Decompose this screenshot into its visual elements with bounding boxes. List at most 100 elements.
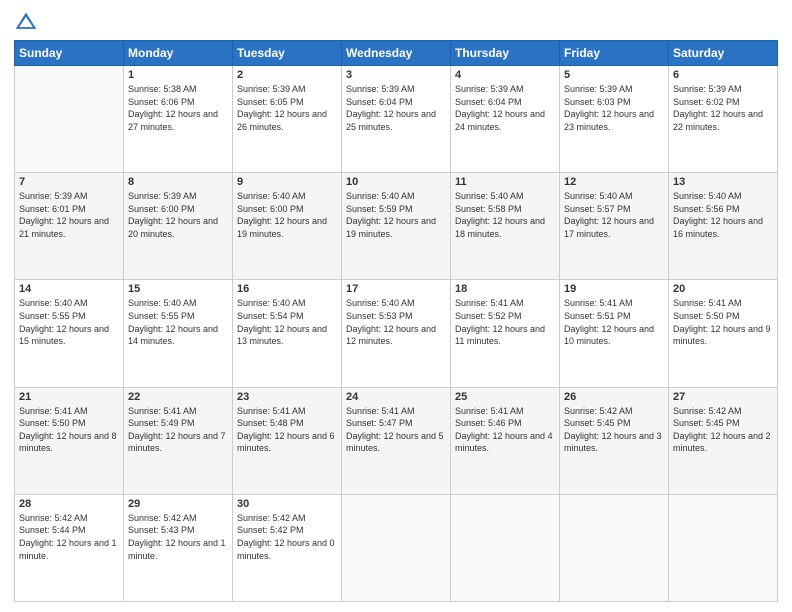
- calendar-day-cell: 24 Sunrise: 5:41 AMSunset: 5:47 PMDayligh…: [342, 387, 451, 494]
- day-info: Sunrise: 5:42 AMSunset: 5:44 PMDaylight:…: [19, 512, 119, 562]
- day-number: 21: [19, 391, 119, 403]
- day-info: Sunrise: 5:40 AMSunset: 5:57 PMDaylight:…: [564, 190, 664, 240]
- day-number: 14: [19, 283, 119, 295]
- calendar-day-cell: 1 Sunrise: 5:38 AMSunset: 6:06 PMDaylight…: [124, 66, 233, 173]
- calendar-header-monday: Monday: [124, 41, 233, 66]
- calendar-day-cell: 13 Sunrise: 5:40 AMSunset: 5:56 PMDayligh…: [669, 173, 778, 280]
- calendar-header-tuesday: Tuesday: [233, 41, 342, 66]
- calendar-day-cell: 18Sunrise: 5:41 AMSunset: 5:52 PMDayligh…: [451, 280, 560, 387]
- day-info: Sunrise: 5:39 AMSunset: 6:00 PMDaylight:…: [128, 190, 228, 240]
- calendar-day-cell: 7 Sunrise: 5:39 AMSunset: 6:01 PMDaylight…: [15, 173, 124, 280]
- day-number: 9: [237, 176, 337, 188]
- day-number: 1: [128, 69, 228, 81]
- day-info: Sunrise: 5:40 AMSunset: 5:58 PMDaylight:…: [455, 190, 555, 240]
- calendar-day-cell: 9 Sunrise: 5:40 AMSunset: 6:00 PMDaylight…: [233, 173, 342, 280]
- calendar-week-row: 28 Sunrise: 5:42 AMSunset: 5:44 PMDayligh…: [15, 494, 778, 601]
- day-info: Sunrise: 5:39 AMSunset: 6:05 PMDaylight:…: [237, 83, 337, 133]
- day-number: 24: [346, 391, 446, 403]
- day-number: 7: [19, 176, 119, 188]
- day-info: Sunrise: 5:41 AMSunset: 5:47 PMDaylight:…: [346, 405, 446, 455]
- day-info: Sunrise: 5:41 AMSunset: 5:52 PMDaylight:…: [455, 297, 555, 347]
- day-info: Sunrise: 5:42 AMSunset: 5:45 PMDaylight:…: [564, 405, 664, 455]
- calendar-header-wednesday: Wednesday: [342, 41, 451, 66]
- calendar-header-sunday: Sunday: [15, 41, 124, 66]
- day-info: Sunrise: 5:40 AMSunset: 5:54 PMDaylight:…: [237, 297, 337, 347]
- day-info: Sunrise: 5:41 AMSunset: 5:49 PMDaylight:…: [128, 405, 228, 455]
- logo: [14, 10, 42, 34]
- calendar-day-cell: 11 Sunrise: 5:40 AMSunset: 5:58 PMDayligh…: [451, 173, 560, 280]
- day-number: 10: [346, 176, 446, 188]
- day-number: 5: [564, 69, 664, 81]
- day-number: 6: [673, 69, 773, 81]
- day-number: 16: [237, 283, 337, 295]
- day-number: 15: [128, 283, 228, 295]
- day-info: Sunrise: 5:40 AMSunset: 6:00 PMDaylight:…: [237, 190, 337, 240]
- day-number: 17: [346, 283, 446, 295]
- day-number: 23: [237, 391, 337, 403]
- calendar-week-row: 14 Sunrise: 5:40 AMSunset: 5:55 PMDayligh…: [15, 280, 778, 387]
- day-info: Sunrise: 5:41 AMSunset: 5:51 PMDaylight:…: [564, 297, 664, 347]
- calendar-header-thursday: Thursday: [451, 41, 560, 66]
- day-number: 28: [19, 498, 119, 510]
- day-number: 20: [673, 283, 773, 295]
- calendar-header-friday: Friday: [560, 41, 669, 66]
- calendar-day-cell: 5 Sunrise: 5:39 AMSunset: 6:03 PMDaylight…: [560, 66, 669, 173]
- day-info: Sunrise: 5:39 AMSunset: 6:04 PMDaylight:…: [455, 83, 555, 133]
- day-number: 22: [128, 391, 228, 403]
- calendar-day-cell: 8 Sunrise: 5:39 AMSunset: 6:00 PMDaylight…: [124, 173, 233, 280]
- day-number: 19: [564, 283, 664, 295]
- calendar-day-cell: 26 Sunrise: 5:42 AMSunset: 5:45 PMDayligh…: [560, 387, 669, 494]
- day-number: 26: [564, 391, 664, 403]
- day-number: 25: [455, 391, 555, 403]
- day-number: 29: [128, 498, 228, 510]
- day-info: Sunrise: 5:42 AMSunset: 5:43 PMDaylight:…: [128, 512, 228, 562]
- day-info: Sunrise: 5:39 AMSunset: 6:04 PMDaylight:…: [346, 83, 446, 133]
- calendar-day-cell: 28 Sunrise: 5:42 AMSunset: 5:44 PMDayligh…: [15, 494, 124, 601]
- calendar-week-row: 7 Sunrise: 5:39 AMSunset: 6:01 PMDaylight…: [15, 173, 778, 280]
- page: SundayMondayTuesdayWednesdayThursdayFrid…: [0, 0, 792, 612]
- logo-icon: [14, 10, 38, 34]
- day-info: Sunrise: 5:41 AMSunset: 5:50 PMDaylight:…: [673, 297, 773, 347]
- calendar-day-cell: 30 Sunrise: 5:42 AMSunset: 5:42 PMDayligh…: [233, 494, 342, 601]
- day-number: 3: [346, 69, 446, 81]
- header: [14, 10, 778, 34]
- day-info: Sunrise: 5:40 AMSunset: 5:55 PMDaylight:…: [128, 297, 228, 347]
- day-number: 13: [673, 176, 773, 188]
- day-info: Sunrise: 5:39 AMSunset: 6:01 PMDaylight:…: [19, 190, 119, 240]
- calendar-day-cell: 17Sunrise: 5:40 AMSunset: 5:53 PMDayligh…: [342, 280, 451, 387]
- day-info: Sunrise: 5:42 AMSunset: 5:45 PMDaylight:…: [673, 405, 773, 455]
- calendar-day-cell: 21Sunrise: 5:41 AMSunset: 5:50 PMDayligh…: [15, 387, 124, 494]
- day-number: 8: [128, 176, 228, 188]
- day-info: Sunrise: 5:40 AMSunset: 5:55 PMDaylight:…: [19, 297, 119, 347]
- day-number: 4: [455, 69, 555, 81]
- day-info: Sunrise: 5:42 AMSunset: 5:42 PMDaylight:…: [237, 512, 337, 562]
- day-number: 27: [673, 391, 773, 403]
- calendar-day-cell: 22 Sunrise: 5:41 AMSunset: 5:49 PMDayligh…: [124, 387, 233, 494]
- day-info: Sunrise: 5:39 AMSunset: 6:03 PMDaylight:…: [564, 83, 664, 133]
- calendar-day-cell: 14 Sunrise: 5:40 AMSunset: 5:55 PMDayligh…: [15, 280, 124, 387]
- calendar-day-cell: [669, 494, 778, 601]
- calendar-table: SundayMondayTuesdayWednesdayThursdayFrid…: [14, 40, 778, 602]
- calendar-day-cell: 10 Sunrise: 5:40 AMSunset: 5:59 PMDayligh…: [342, 173, 451, 280]
- calendar-day-cell: 12Sunrise: 5:40 AMSunset: 5:57 PMDayligh…: [560, 173, 669, 280]
- day-info: Sunrise: 5:40 AMSunset: 5:56 PMDaylight:…: [673, 190, 773, 240]
- calendar-week-row: 21Sunrise: 5:41 AMSunset: 5:50 PMDayligh…: [15, 387, 778, 494]
- day-info: Sunrise: 5:39 AMSunset: 6:02 PMDaylight:…: [673, 83, 773, 133]
- calendar-day-cell: 16 Sunrise: 5:40 AMSunset: 5:54 PMDayligh…: [233, 280, 342, 387]
- calendar-header-saturday: Saturday: [669, 41, 778, 66]
- day-info: Sunrise: 5:41 AMSunset: 5:46 PMDaylight:…: [455, 405, 555, 455]
- day-info: Sunrise: 5:40 AMSunset: 5:59 PMDaylight:…: [346, 190, 446, 240]
- calendar-header-row: SundayMondayTuesdayWednesdayThursdayFrid…: [15, 41, 778, 66]
- day-info: Sunrise: 5:38 AMSunset: 6:06 PMDaylight:…: [128, 83, 228, 133]
- calendar-day-cell: [15, 66, 124, 173]
- day-number: 11: [455, 176, 555, 188]
- calendar-day-cell: 27 Sunrise: 5:42 AMSunset: 5:45 PMDayligh…: [669, 387, 778, 494]
- calendar-day-cell: 15 Sunrise: 5:40 AMSunset: 5:55 PMDayligh…: [124, 280, 233, 387]
- day-number: 30: [237, 498, 337, 510]
- calendar-day-cell: 29 Sunrise: 5:42 AMSunset: 5:43 PMDayligh…: [124, 494, 233, 601]
- calendar-day-cell: 25 Sunrise: 5:41 AMSunset: 5:46 PMDayligh…: [451, 387, 560, 494]
- calendar-day-cell: 3 Sunrise: 5:39 AMSunset: 6:04 PMDaylight…: [342, 66, 451, 173]
- calendar-day-cell: 19 Sunrise: 5:41 AMSunset: 5:51 PMDayligh…: [560, 280, 669, 387]
- calendar-day-cell: 20 Sunrise: 5:41 AMSunset: 5:50 PMDayligh…: [669, 280, 778, 387]
- calendar-day-cell: 2Sunrise: 5:39 AMSunset: 6:05 PMDaylight…: [233, 66, 342, 173]
